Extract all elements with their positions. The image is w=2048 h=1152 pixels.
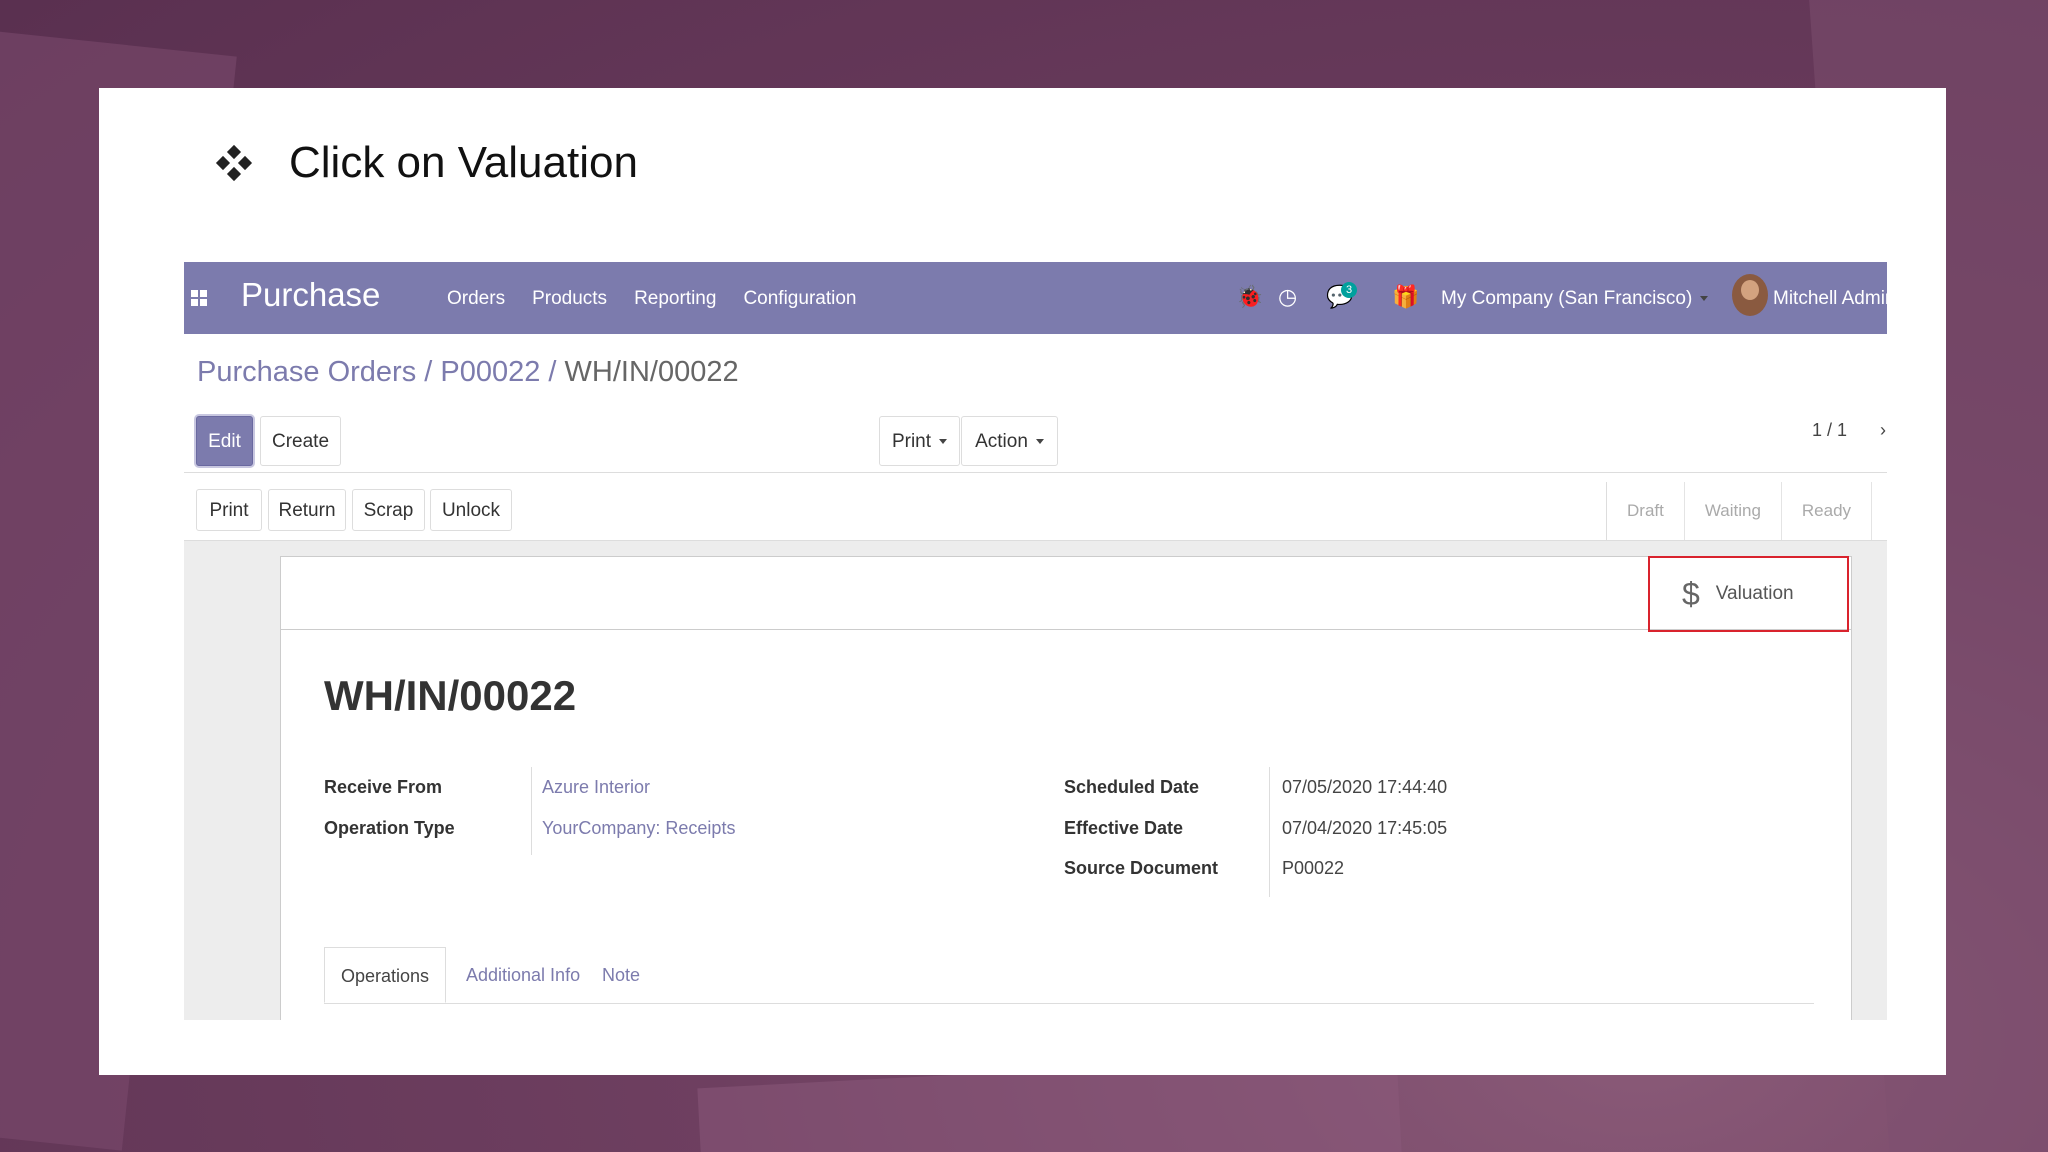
avatar[interactable] (1732, 274, 1768, 316)
company-switcher[interactable]: My Company (San Francisco) (1441, 288, 1708, 310)
operation-type-value[interactable]: YourCompany: Receipts (542, 818, 735, 839)
control-panel: Purchase Orders / P00022 / WH/IN/00022 E… (184, 334, 1887, 482)
return-button[interactable]: Return (268, 489, 346, 531)
menu-reporting[interactable]: Reporting (634, 288, 716, 310)
edit-button[interactable]: Edit (196, 416, 253, 466)
dollar-icon: $ (1682, 575, 1700, 612)
effective-date-label: Effective Date (1064, 818, 1184, 838)
valuation-label: Valuation (1715, 583, 1794, 604)
chat-badge: 3 (1341, 282, 1357, 298)
record-title: WH/IN/00022 (324, 672, 577, 719)
receive-from-label: Receive From (324, 777, 443, 797)
stage-pipeline: Draft Waiting Ready (1606, 482, 1873, 540)
source-document-value: P00022 (1282, 858, 1345, 878)
tab-note[interactable]: Note (586, 947, 656, 1003)
stage-draft[interactable]: Draft (1607, 482, 1685, 540)
tab-operations[interactable]: Operations (324, 947, 447, 1003)
main-menu: Orders Products Reporting Configuration (447, 288, 856, 310)
bug-icon[interactable]: 🐞 (1236, 284, 1263, 310)
instruction-text: Click on Valuation (289, 138, 638, 187)
unlock-button[interactable]: Unlock (430, 489, 512, 531)
breadcrumb-current: WH/IN/00022 (564, 356, 739, 388)
breadcrumb-purchase-orders[interactable]: Purchase Orders (197, 356, 416, 388)
button-box (281, 557, 1851, 630)
operation-type-label: Operation Type (324, 818, 455, 838)
action-dropdown[interactable]: Action (961, 416, 1058, 466)
notebook-tabs: Operations Additional Info Note (324, 947, 1814, 1004)
breadcrumb: Purchase Orders / P00022 / WH/IN/00022 (197, 356, 739, 388)
stage-ready[interactable]: Ready (1782, 482, 1873, 540)
gift-icon[interactable]: 🎁 (1392, 284, 1419, 310)
print-dropdown[interactable]: Print (879, 416, 960, 466)
scrap-button[interactable]: Scrap (352, 489, 425, 531)
stage-waiting[interactable]: Waiting (1685, 482, 1782, 540)
menu-configuration[interactable]: Configuration (743, 288, 856, 310)
form-sheet: $ Valuation WH/IN/00022 Receive From Azu… (280, 556, 1852, 1020)
user-menu[interactable]: Mitchell Admir (1773, 288, 1887, 310)
print-button[interactable]: Print (196, 489, 262, 531)
source-document-label: Source Document (1064, 858, 1219, 878)
receive-from-value[interactable]: Azure Interior (542, 777, 650, 798)
tab-additional-info[interactable]: Additional Info (450, 947, 596, 1003)
app-brand[interactable]: Purchase (241, 276, 380, 314)
create-button[interactable]: Create (260, 416, 341, 466)
clock-icon[interactable]: ◷ (1278, 284, 1297, 310)
status-bar: Print Return Scrap Unlock Draft Waiting … (184, 482, 1887, 541)
scheduled-date-label: Scheduled Date (1064, 777, 1200, 797)
breadcrumb-po[interactable]: P00022 (440, 356, 540, 388)
slide-card: Click on Valuation Purchase Orders Produ… (99, 88, 1946, 1075)
menu-orders[interactable]: Orders (447, 288, 505, 310)
diamond-cluster-icon (215, 144, 253, 182)
scheduled-date-value: 07/05/2020 17:44:40 (1282, 777, 1448, 797)
pager-value[interactable]: 1 / 1 (1812, 420, 1847, 441)
app-screenshot: Purchase Orders Products Reporting Confi… (184, 262, 1887, 1020)
apps-menu-icon[interactable] (191, 290, 207, 306)
menu-products[interactable]: Products (532, 288, 607, 310)
valuation-button[interactable]: $ Valuation (1648, 556, 1849, 632)
navbar: Purchase Orders Products Reporting Confi… (184, 262, 1887, 334)
slide-instruction: Click on Valuation (215, 138, 638, 188)
effective-date-value: 07/04/2020 17:45:05 (1282, 818, 1448, 838)
pager-next-icon[interactable]: › (1880, 420, 1886, 441)
